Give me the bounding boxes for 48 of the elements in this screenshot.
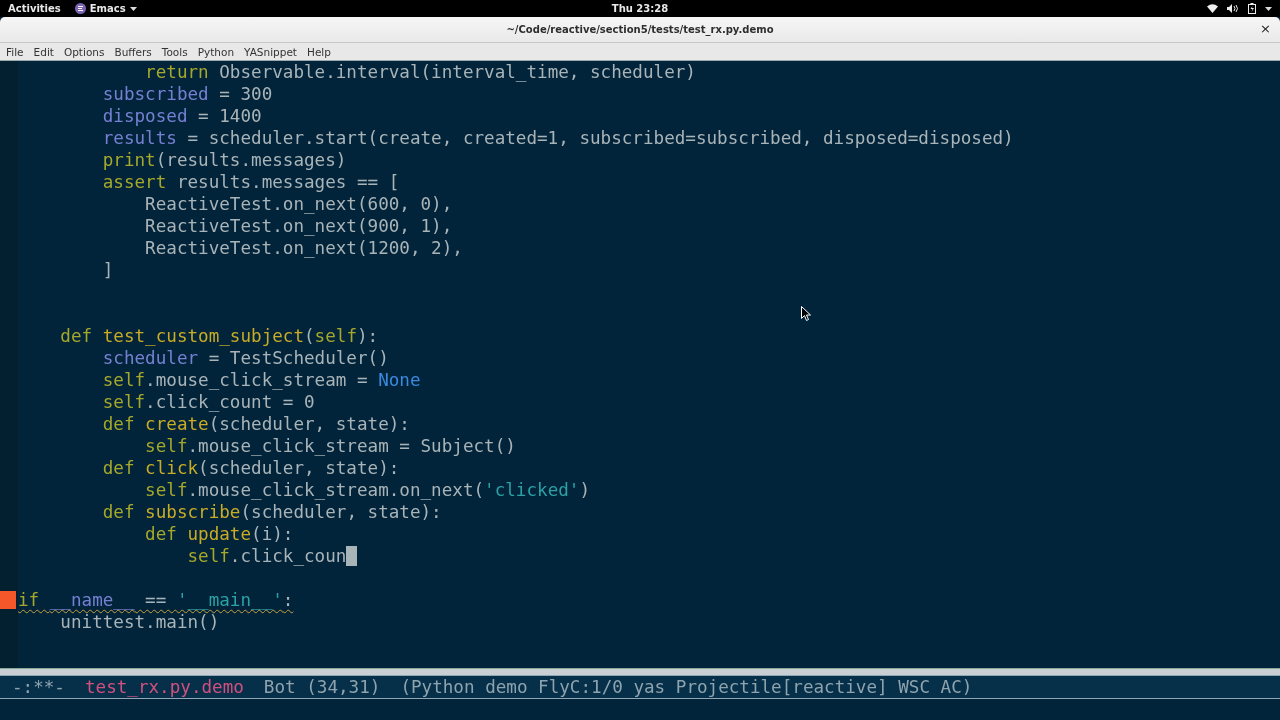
menu-item[interactable]: Python [197,45,235,58]
code-line: unittest.main() [59,611,220,633]
code-line: def create(scheduler, state): [101,413,410,435]
window-title: ~/Code/reactive/section5/tests/test_rx.py.demo [506,24,774,35]
code-line: if __name__ == '__main__': [18,589,294,611]
code-line: def subscribe(scheduler, state): [101,501,442,523]
activities-button[interactable]: Activities [8,3,61,14]
wifi-icon[interactable] [1207,4,1218,13]
code-line: self.click_count = 0 [101,391,315,413]
code-line: def update(i): [144,523,294,545]
code-line: self.mouse_click_stream = None [101,369,421,391]
code-line: subscribed = 300 [101,83,273,105]
menu-item[interactable]: Help [307,45,331,58]
code-line: ] [101,259,114,281]
caret-icon [129,6,137,11]
code-line: self.mouse_click_stream.on_next('clicked') [144,479,590,501]
text-cursor [346,546,358,566]
code-line: print(results.messages) [101,149,347,171]
menu-item[interactable]: File [6,45,24,58]
code-line: scheduler = TestScheduler() [101,347,389,369]
code-line: return Observable.interval(interval_time, scheduler) [144,61,696,83]
code-line: self.mouse_click_stream = Subject() [144,435,516,457]
code-line: ReactiveTest.on_next(600, 0), [144,193,453,215]
code-line: ReactiveTest.on_next(900, 1), [144,215,453,237]
menu-item[interactable]: Buffers [114,45,152,58]
menu-item[interactable]: YASnippet [244,45,297,58]
app-menu[interactable]: Emacs [74,3,137,14]
code-line: results = scheduler.start(create, created=1, subscribed=subscribed, disposed=disposed) [101,127,1014,149]
menu-item[interactable]: Edit [33,45,54,58]
code-line: self.click_coun [186,545,347,567]
mode-list: (Python demo FlyC:1/0 yas Projectile[reactive] WSC AC) [400,677,973,697]
clock[interactable]: Thu 23:28 [611,3,669,14]
menu-item[interactable]: Tools [161,45,188,58]
emacs-icon [74,3,86,14]
caret-icon[interactable] [1265,6,1272,11]
volume-icon[interactable] [1227,4,1239,13]
mouse-pointer-icon [801,306,811,321]
battery-icon[interactable] [1248,3,1256,14]
code-line: disposed = 1400 [101,105,262,127]
code-line: def click(scheduler, state): [101,457,400,479]
code-line: ReactiveTest.on_next(1200, 2), [144,237,463,259]
buffer-name: test_rx.py.demo [84,677,244,697]
modified-status: -:**- [12,677,65,697]
code-line: def test_custom_subject(self): [59,325,379,347]
cursor-position: Bot (34,31) [263,677,381,697]
code-line: assert results.messages == [ [101,171,400,193]
close-button[interactable]: × [1257,22,1274,36]
menu-item[interactable]: Options [63,45,105,58]
